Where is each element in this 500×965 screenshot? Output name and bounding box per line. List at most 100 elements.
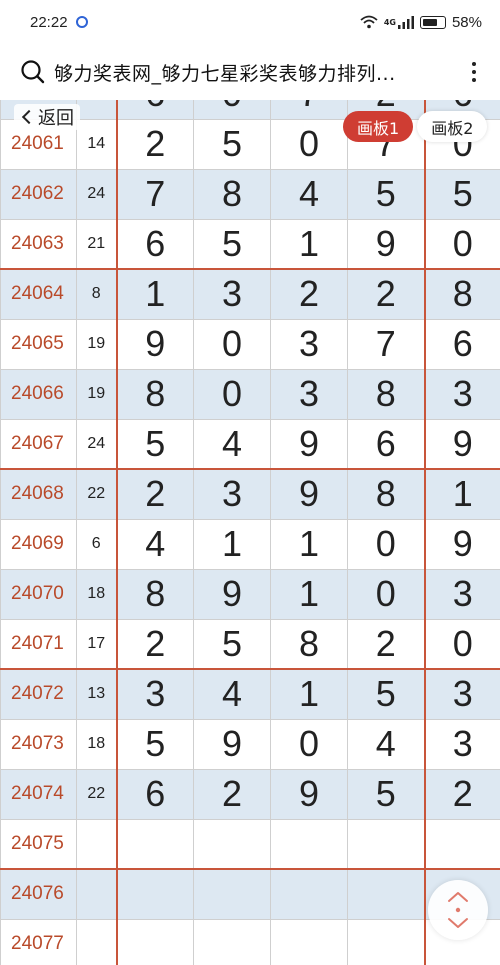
- table-row: 24068 22 2 3 9 8 1: [0, 468, 500, 520]
- digit-cell-1[interactable]: 6: [116, 768, 194, 820]
- search-icon[interactable]: [20, 59, 46, 85]
- digit-cell-2[interactable]: 8: [193, 168, 271, 220]
- digit-cell-4[interactable]: 2: [347, 268, 425, 320]
- digit-cell-3[interactable]: 9: [270, 418, 348, 470]
- sum-cell: [76, 818, 118, 870]
- digit-cell-1[interactable]: 2: [116, 468, 194, 520]
- digit-cell-3[interactable]: 3: [270, 318, 348, 370]
- digit-cell-3[interactable]: [270, 918, 348, 965]
- digit-cell-5[interactable]: 6: [423, 318, 500, 370]
- digit-cell-2[interactable]: [193, 868, 271, 920]
- digit-cell-2[interactable]: 0: [193, 318, 271, 370]
- digit-cell-1[interactable]: 6: [116, 100, 194, 120]
- digit-cell-1[interactable]: 5: [116, 718, 194, 770]
- digit-cell-1[interactable]: 2: [116, 618, 194, 670]
- digit-cell-3[interactable]: 1: [270, 668, 348, 720]
- digit-cell-4[interactable]: 2: [347, 618, 425, 670]
- draw-table-container[interactable]: 2406017607262406114250702406224784552406…: [0, 100, 500, 965]
- digit-cell-3[interactable]: 2: [270, 268, 348, 320]
- digit-cell-2[interactable]: 1: [193, 518, 271, 570]
- digit-cell-2[interactable]: 3: [193, 268, 271, 320]
- digit-cell-4[interactable]: 8: [347, 368, 425, 420]
- digit-cell-5[interactable]: 1: [423, 468, 500, 520]
- address-bar[interactable]: 够力奖表网_够力七星彩奖表够力排列...: [0, 44, 500, 100]
- back-button[interactable]: 返回: [14, 104, 80, 130]
- issue-number-cell: 24074: [0, 768, 77, 820]
- digit-cell-1[interactable]: 6: [116, 218, 194, 270]
- digit-cell-1[interactable]: 8: [116, 368, 194, 420]
- digit-cell-4[interactable]: 4: [347, 718, 425, 770]
- digit-cell-2[interactable]: 3: [193, 468, 271, 520]
- digit-cell-3[interactable]: [270, 818, 348, 870]
- digit-cell-2[interactable]: [193, 918, 271, 965]
- digit-cell-2[interactable]: 9: [193, 718, 271, 770]
- digit-cell-1[interactable]: 3: [116, 668, 194, 720]
- digit-cell-3[interactable]: 9: [270, 468, 348, 520]
- digit-cell-4[interactable]: [347, 868, 425, 920]
- digit-cell-2[interactable]: 4: [193, 418, 271, 470]
- digit-cell-3[interactable]: 4: [270, 168, 348, 220]
- digit-cell-4[interactable]: 8: [347, 468, 425, 520]
- digit-cell-5[interactable]: 0: [423, 618, 500, 670]
- digit-cell-3[interactable]: [270, 868, 348, 920]
- digit-cell-3[interactable]: 8: [270, 618, 348, 670]
- digit-cell-5[interactable]: 2: [423, 768, 500, 820]
- digit-cell-2[interactable]: 0: [193, 100, 271, 120]
- digit-cell-4[interactable]: 5: [347, 168, 425, 220]
- more-menu-icon[interactable]: [462, 58, 486, 86]
- digit-cell-1[interactable]: [116, 868, 194, 920]
- digit-cell-3[interactable]: 0: [270, 118, 348, 170]
- digit-cell-1[interactable]: 9: [116, 318, 194, 370]
- board-tabs: 画板1 画板2: [343, 111, 488, 142]
- digit-cell-4[interactable]: 6: [347, 418, 425, 470]
- digit-cell-1[interactable]: [116, 918, 194, 965]
- digit-cell-3[interactable]: 1: [270, 518, 348, 570]
- digit-cell-4[interactable]: 5: [347, 768, 425, 820]
- digit-cell-5[interactable]: 8: [423, 268, 500, 320]
- board-tab-1[interactable]: 画板1: [343, 111, 414, 142]
- digit-cell-5[interactable]: 3: [423, 718, 500, 770]
- digit-cell-2[interactable]: 5: [193, 618, 271, 670]
- digit-cell-1[interactable]: 2: [116, 118, 194, 170]
- board-tab-2[interactable]: 画板2: [417, 111, 488, 142]
- digit-cell-4[interactable]: 0: [347, 568, 425, 620]
- digit-cell-5[interactable]: 9: [423, 418, 500, 470]
- sum-cell: [76, 868, 118, 920]
- digit-cell-5[interactable]: 3: [423, 668, 500, 720]
- digit-cell-4[interactable]: 9: [347, 218, 425, 270]
- digit-cell-1[interactable]: 4: [116, 518, 194, 570]
- digit-cell-2[interactable]: 9: [193, 568, 271, 620]
- digit-cell-5[interactable]: 5: [423, 168, 500, 220]
- digit-cell-3[interactable]: 1: [270, 568, 348, 620]
- digit-cell-4[interactable]: [347, 918, 425, 965]
- digit-cell-1[interactable]: [116, 818, 194, 870]
- sum-cell: 14: [76, 118, 118, 170]
- digit-cell-2[interactable]: 4: [193, 668, 271, 720]
- digit-cell-5[interactable]: 9: [423, 518, 500, 570]
- status-icons: 4G 58%: [360, 14, 482, 31]
- digit-cell-5[interactable]: 0: [423, 218, 500, 270]
- digit-cell-5[interactable]: 3: [423, 568, 500, 620]
- digit-cell-2[interactable]: 5: [193, 218, 271, 270]
- digit-cell-4[interactable]: 5: [347, 668, 425, 720]
- digit-cell-1[interactable]: 7: [116, 168, 194, 220]
- digit-cell-3[interactable]: 7: [270, 100, 348, 120]
- digit-cell-1[interactable]: 1: [116, 268, 194, 320]
- digit-cell-4[interactable]: 7: [347, 318, 425, 370]
- digit-cell-5[interactable]: [423, 818, 500, 870]
- digit-cell-3[interactable]: 0: [270, 718, 348, 770]
- digit-cell-2[interactable]: [193, 818, 271, 870]
- digit-cell-3[interactable]: 9: [270, 768, 348, 820]
- digit-cell-5[interactable]: 3: [423, 368, 500, 420]
- digit-cell-4[interactable]: [347, 818, 425, 870]
- digit-cell-1[interactable]: 8: [116, 568, 194, 620]
- digit-cell-3[interactable]: 3: [270, 368, 348, 420]
- page-title[interactable]: 够力奖表网_够力七星彩奖表够力排列...: [54, 59, 452, 86]
- digit-cell-2[interactable]: 5: [193, 118, 271, 170]
- digit-cell-4[interactable]: 0: [347, 518, 425, 570]
- scroll-toggle-button[interactable]: [428, 880, 488, 940]
- digit-cell-3[interactable]: 1: [270, 218, 348, 270]
- digit-cell-2[interactable]: 2: [193, 768, 271, 820]
- digit-cell-1[interactable]: 5: [116, 418, 194, 470]
- digit-cell-2[interactable]: 0: [193, 368, 271, 420]
